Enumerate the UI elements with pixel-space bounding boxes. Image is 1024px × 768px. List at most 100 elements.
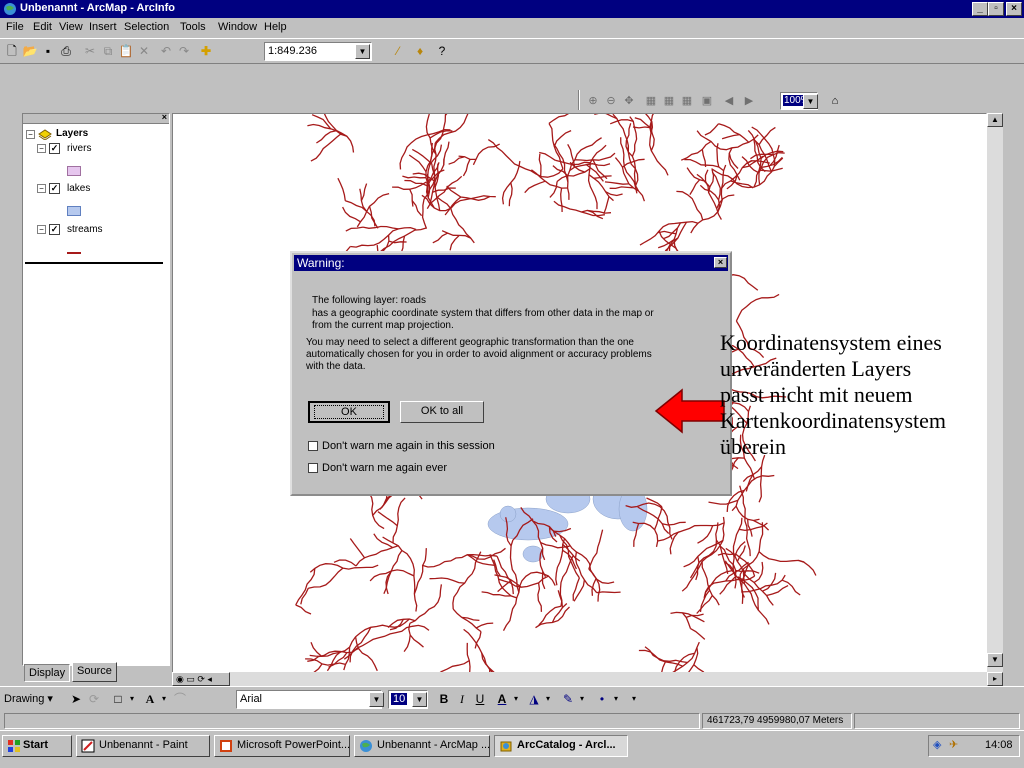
- italic-icon[interactable]: I: [454, 691, 470, 707]
- collapse-icon[interactable]: −: [26, 130, 35, 139]
- layer-name-lakes[interactable]: lakes: [67, 183, 90, 194]
- start-button[interactable]: Start: [2, 735, 72, 757]
- toggle-draft-mode-icon[interactable]: ⌂: [828, 94, 842, 108]
- chevron-down-icon[interactable]: ▼: [803, 94, 818, 109]
- drawing-menu[interactable]: Drawing ▾: [4, 692, 53, 705]
- river-line: [309, 563, 379, 573]
- font-name-combobox[interactable]: Arial: [236, 690, 382, 709]
- menu-view[interactable]: View: [59, 21, 83, 33]
- zoom-in-page-icon[interactable]: ⊕: [586, 94, 600, 108]
- river-line: [697, 525, 714, 544]
- chevron-down-icon[interactable]: ▼: [369, 692, 384, 707]
- whats-this-help-icon[interactable]: ?: [434, 43, 450, 59]
- menu-file[interactable]: File: [6, 21, 24, 33]
- save-icon[interactable]: ▪: [40, 43, 56, 59]
- view-switch-buttons[interactable]: ◉ ▭ ⟳ ◂: [172, 672, 230, 686]
- print-icon[interactable]: ⎙: [58, 43, 74, 59]
- menu-help[interactable]: Help: [264, 21, 287, 33]
- chevron-down-icon[interactable]: ▼: [412, 692, 427, 707]
- copy-icon[interactable]: ⧉: [100, 43, 116, 59]
- layer-name-streams[interactable]: streams: [67, 224, 103, 235]
- pan-page-icon[interactable]: ✥: [622, 94, 636, 108]
- layer-visibility-checkbox[interactable]: ✓: [49, 224, 60, 235]
- dont-warn-ever-checkbox[interactable]: [308, 463, 318, 473]
- river-line: [432, 232, 448, 244]
- scroll-up-icon[interactable]: ▲: [987, 113, 1003, 127]
- add-data-icon[interactable]: ✚: [198, 43, 214, 59]
- paste-icon[interactable]: 📋: [118, 43, 134, 59]
- menu-selection[interactable]: Selection: [124, 21, 169, 33]
- volume-tray-icon[interactable]: ✈: [949, 738, 958, 751]
- dialog-title: Warning:: [297, 256, 345, 270]
- menu-window[interactable]: Window: [218, 21, 257, 33]
- close-button[interactable]: ×: [1006, 2, 1022, 16]
- rotate-icon[interactable]: ⟳: [86, 691, 102, 707]
- menu-tools[interactable]: Tools: [180, 21, 206, 33]
- dont-warn-session-label[interactable]: Don't warn me again in this session: [322, 440, 495, 452]
- layer-visibility-checkbox[interactable]: ✓: [49, 143, 60, 154]
- menu-insert[interactable]: Insert: [89, 21, 117, 33]
- chevron-down-icon[interactable]: ▾: [124, 691, 140, 707]
- scroll-right-icon[interactable]: ▸: [987, 672, 1003, 686]
- ok-button[interactable]: OK: [308, 401, 390, 423]
- new-document-icon[interactable]: 🗋: [4, 43, 20, 59]
- chevron-down-icon[interactable]: ▾: [508, 691, 524, 707]
- tab-display[interactable]: Display: [24, 664, 71, 682]
- scroll-down-icon[interactable]: ▼: [987, 653, 1003, 667]
- fixed-zoom-in-icon[interactable]: ▦: [680, 94, 694, 108]
- bold-icon[interactable]: B: [436, 691, 452, 707]
- editor-toolbar-icon[interactable]: ⁄: [390, 43, 406, 59]
- forward-extent-icon[interactable]: ▶: [742, 94, 756, 108]
- taskbar-item-arcmap[interactable]: Unbenannt - ArcMap ...: [354, 735, 490, 757]
- taskbar-item-paint[interactable]: Unbenannt - Paint: [76, 735, 210, 757]
- river-line: [735, 505, 760, 522]
- chevron-down-icon[interactable]: ▾: [626, 691, 642, 707]
- zoom-100-icon[interactable]: ▦: [662, 94, 676, 108]
- chevron-down-icon[interactable]: ▾: [574, 691, 590, 707]
- redo-icon[interactable]: ↷: [176, 43, 192, 59]
- chevron-down-icon[interactable]: ▾: [608, 691, 624, 707]
- zoom-out-page-icon[interactable]: ⊖: [604, 94, 618, 108]
- collapse-icon[interactable]: −: [37, 225, 46, 234]
- layer-name-rivers[interactable]: rivers: [67, 143, 91, 154]
- layer-visibility-checkbox[interactable]: ✓: [49, 183, 60, 194]
- underline-icon[interactable]: U: [472, 691, 488, 707]
- chevron-down-icon[interactable]: ▼: [355, 44, 370, 59]
- horizontal-scrollbar[interactable]: ▸: [230, 672, 1003, 686]
- cut-icon[interactable]: ✂: [82, 43, 98, 59]
- undo-icon[interactable]: ↶: [158, 43, 174, 59]
- fixed-zoom-out-icon[interactable]: ▣: [700, 94, 714, 108]
- chevron-down-icon[interactable]: ▾: [156, 691, 172, 707]
- open-folder-icon[interactable]: 📂: [22, 43, 38, 59]
- dialog-message-layer: The following layer: roads: [312, 295, 426, 306]
- river-line: [591, 578, 597, 596]
- collapse-icon[interactable]: −: [37, 184, 46, 193]
- dont-warn-ever-label[interactable]: Don't warn me again ever: [322, 462, 447, 474]
- edit-vertices-icon[interactable]: ⌒: [172, 691, 188, 707]
- toc-resize-handle[interactable]: [25, 262, 163, 264]
- menu-edit[interactable]: Edit: [33, 21, 52, 33]
- delete-icon[interactable]: ✕: [136, 43, 152, 59]
- river-line: [310, 642, 323, 657]
- red-arrow-icon: [654, 388, 725, 434]
- river-line: [549, 181, 558, 198]
- select-elements-icon[interactable]: ➤: [68, 691, 84, 707]
- dont-warn-session-checkbox[interactable]: [308, 441, 318, 451]
- collapse-icon[interactable]: −: [37, 144, 46, 153]
- toc-root-label[interactable]: Layers: [56, 128, 88, 139]
- chevron-down-icon[interactable]: ▾: [540, 691, 556, 707]
- taskbar-item-arccatalog[interactable]: ArcCatalog - Arcl...: [494, 735, 628, 757]
- tab-source[interactable]: Source: [72, 662, 117, 682]
- network-tray-icon[interactable]: ◈: [933, 738, 941, 751]
- minimize-button[interactable]: _: [972, 2, 988, 16]
- ok-to-all-button[interactable]: OK to all: [400, 401, 484, 423]
- zoom-whole-page-icon[interactable]: ▦: [644, 94, 658, 108]
- close-icon[interactable]: ×: [162, 112, 167, 122]
- river-line: [629, 116, 638, 157]
- river-line: [411, 200, 423, 217]
- maximize-button[interactable]: ▫: [988, 2, 1004, 16]
- arctoolbox-icon[interactable]: ♦: [412, 43, 428, 59]
- dialog-close-button[interactable]: ×: [714, 257, 727, 268]
- back-extent-icon[interactable]: ◀: [722, 94, 736, 108]
- taskbar-item-powerpoint[interactable]: Microsoft PowerPoint...: [214, 735, 350, 757]
